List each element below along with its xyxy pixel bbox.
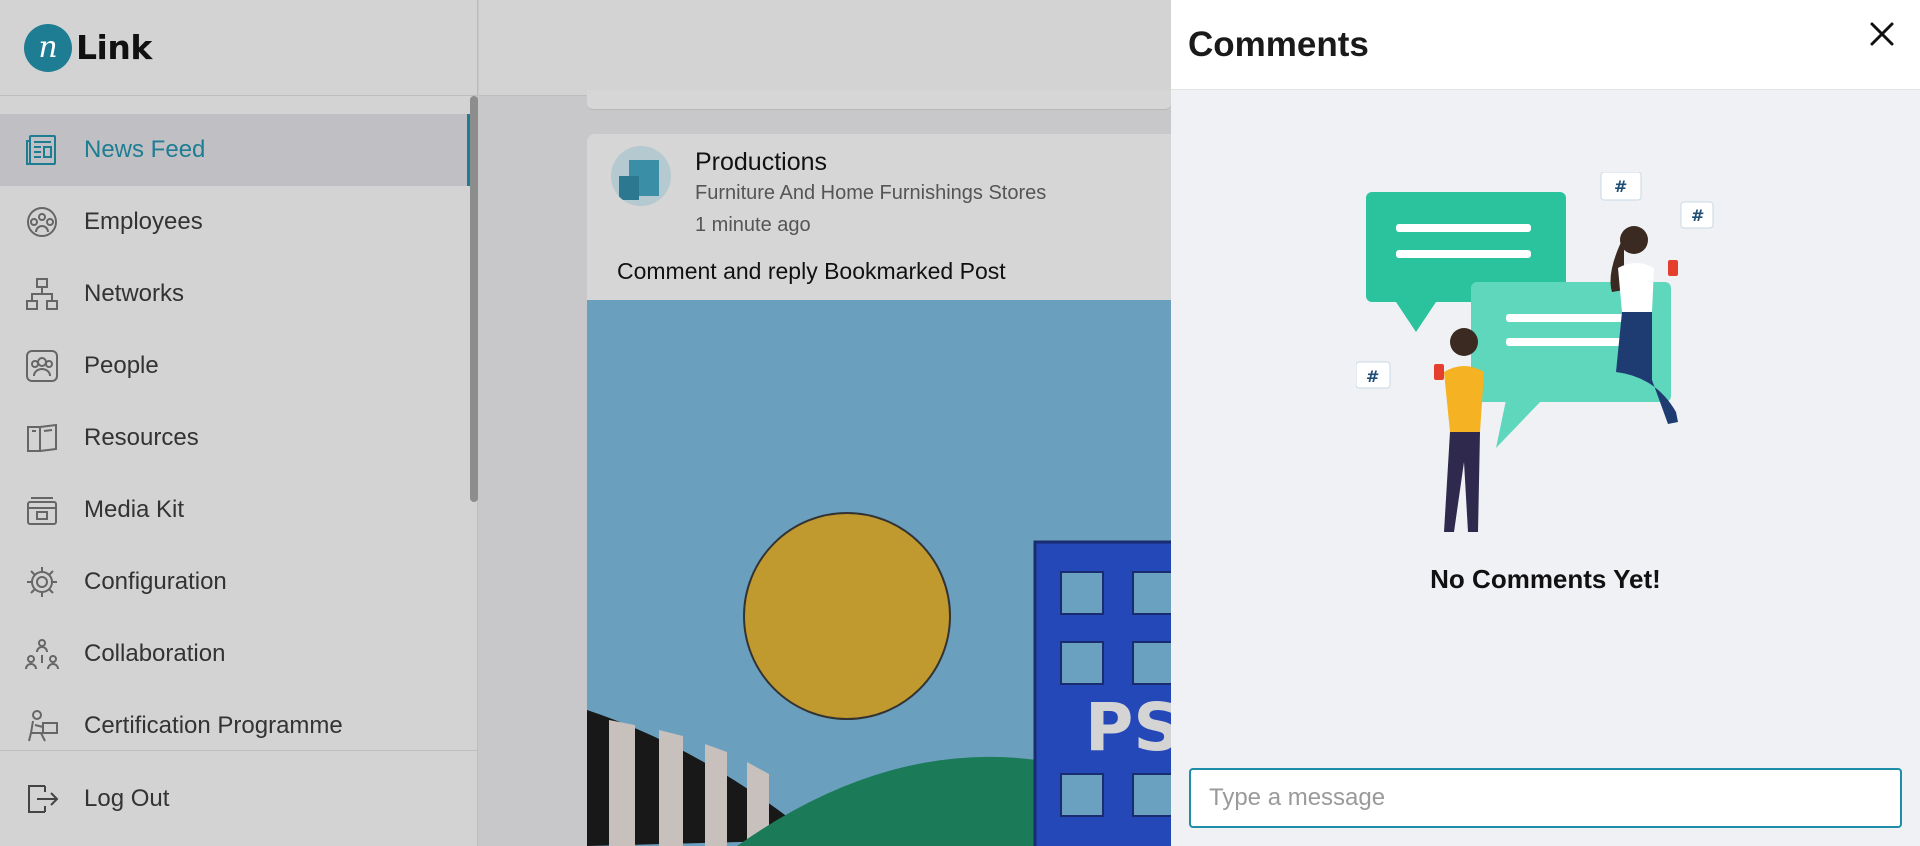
- logo-mark[interactable]: n: [24, 23, 72, 72]
- sidebar-item-label: Resources: [84, 424, 199, 451]
- gear-icon: [24, 564, 60, 600]
- certificate-icon: [24, 708, 60, 744]
- employees-icon: [24, 204, 60, 240]
- svg-text:#: #: [1614, 177, 1627, 196]
- logo-letter: n: [38, 30, 58, 65]
- logout-icon: [24, 781, 60, 817]
- post-image[interactable]: PS: [587, 300, 1171, 846]
- sidebar-item-configuration[interactable]: Configuration: [0, 546, 474, 618]
- logout-label: Log Out: [84, 784, 170, 812]
- post-text: Comment and reply Bookmarked Post: [617, 258, 1006, 284]
- sidebar-item-label: Employees: [84, 208, 203, 235]
- sidebar-item-label: Collaboration: [84, 640, 226, 667]
- sidebar-scrollbar[interactable]: [470, 96, 478, 502]
- close-button[interactable]: [1862, 16, 1902, 56]
- previous-post-card: [587, 90, 1171, 110]
- sidebar-item-resources[interactable]: Resources: [0, 402, 474, 474]
- logo-text[interactable]: Link: [76, 28, 152, 67]
- sidebar-header: n Link: [0, 0, 477, 96]
- comments-header: Comments: [1171, 0, 1920, 90]
- sidebar-item-media-kit[interactable]: Media Kit: [0, 474, 474, 546]
- logout-button[interactable]: Log Out: [0, 750, 478, 846]
- avatar[interactable]: [611, 146, 671, 206]
- post-subtitle: Furniture And Home Furnishings Stores: [695, 182, 1047, 204]
- svg-text:#: #: [1691, 206, 1704, 225]
- collaboration-icon: [24, 636, 60, 672]
- post-timestamp: 1 minute ago: [695, 214, 811, 236]
- sidebar-item-label: Media Kit: [84, 496, 185, 523]
- sidebar: n Link News Feed Employees Networks Peop…: [0, 0, 478, 846]
- sidebar-item-collaboration[interactable]: Collaboration: [0, 618, 474, 690]
- sidebar-nav: News Feed Employees Networks People Reso…: [0, 114, 474, 762]
- post-image-text: PS: [1085, 689, 1171, 766]
- sidebar-item-label: Certification Programme: [84, 712, 343, 739]
- people-icon: [24, 348, 60, 384]
- close-icon: [1869, 21, 1895, 52]
- comments-panel: Comments # # # No Comments Yet! Type a m…: [1171, 0, 1920, 846]
- book-icon: [24, 420, 60, 456]
- svg-text:#: #: [1366, 367, 1379, 386]
- network-icon: [24, 276, 60, 312]
- post-author[interactable]: Productions: [695, 148, 827, 177]
- empty-state-message: No Comments Yet!: [1430, 564, 1661, 594]
- sidebar-item-networks[interactable]: Networks: [0, 258, 474, 330]
- top-bar: [479, 0, 1171, 96]
- message-input[interactable]: [1189, 768, 1902, 828]
- sidebar-item-news-feed[interactable]: News Feed: [0, 114, 474, 186]
- media-kit-icon: [24, 492, 60, 528]
- sidebar-item-label: Networks: [84, 280, 185, 307]
- newspaper-icon: [24, 132, 60, 168]
- comments-title: Comments: [1188, 24, 1369, 64]
- no-comments-illustration: # # #: [1356, 172, 1714, 532]
- post-card: Productions Furniture And Home Furnishin…: [587, 134, 1171, 846]
- sidebar-item-employees[interactable]: Employees: [0, 186, 474, 258]
- sidebar-item-label: News Feed: [84, 136, 206, 163]
- sidebar-item-people[interactable]: People: [0, 330, 474, 402]
- sidebar-item-label: People: [84, 352, 159, 379]
- sidebar-item-label: Configuration: [84, 568, 227, 595]
